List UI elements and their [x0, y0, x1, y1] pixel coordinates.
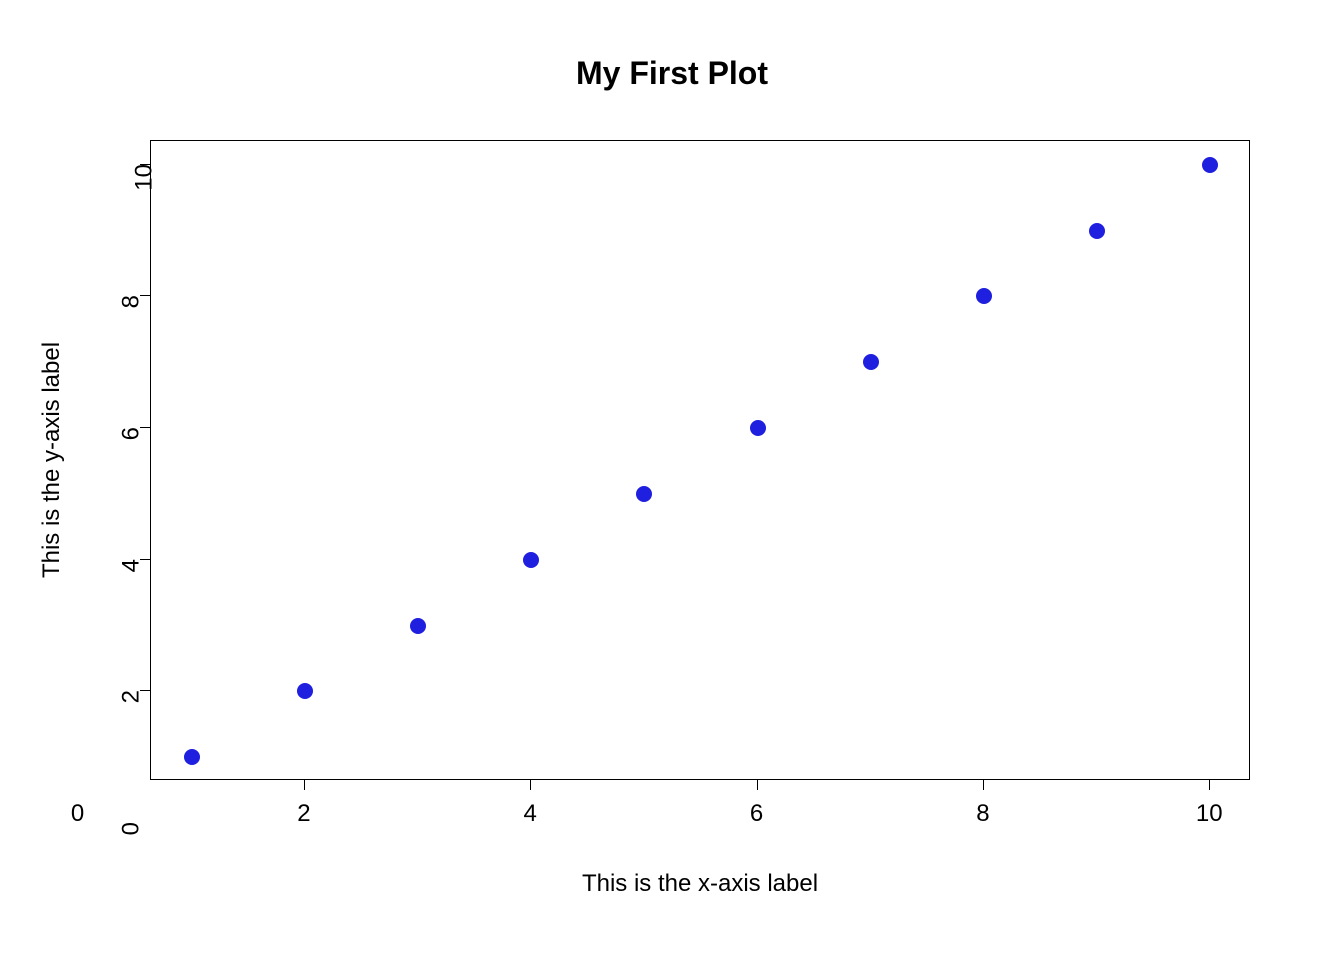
x-tick-label: 6: [750, 800, 763, 828]
x-axis-label: This is the x-axis label: [150, 870, 1250, 898]
x-tick: [757, 780, 758, 790]
data-point: [297, 683, 313, 699]
data-point: [636, 486, 652, 502]
data-point: [1089, 223, 1105, 239]
y-tick-label: 6: [117, 427, 145, 440]
data-point: [863, 354, 879, 370]
data-point: [523, 552, 539, 568]
y-axis-label: This is the y-axis label: [40, 140, 64, 780]
data-point: [410, 618, 426, 634]
data-point: [1202, 157, 1218, 173]
x-tick-label: 4: [524, 800, 537, 828]
y-tick-label: 4: [117, 559, 145, 572]
plot-area: [150, 140, 1250, 780]
data-point: [184, 749, 200, 765]
x-tick-label: 2: [297, 800, 310, 828]
chart-container: My First Plot 0 2 4 6 8 10 0 2 4 6 8 10 This is th…: [0, 0, 1344, 960]
x-tick-label: 8: [976, 800, 989, 828]
x-tick: [530, 780, 531, 790]
y-tick-label: 8: [117, 295, 145, 308]
x-tick-label: 0: [71, 800, 84, 828]
x-tick: [1209, 780, 1210, 790]
y-tick-label: 2: [117, 690, 145, 703]
x-tick: [983, 780, 984, 790]
chart-title: My First Plot: [0, 55, 1344, 92]
y-axis-label-text: This is the y-axis label: [38, 342, 66, 578]
data-point: [750, 420, 766, 436]
x-tick: [304, 780, 305, 790]
x-tick-label: 10: [1196, 800, 1223, 828]
data-point: [976, 288, 992, 304]
y-tick-label: 0: [117, 822, 145, 835]
y-tick-label: 10: [131, 164, 159, 191]
